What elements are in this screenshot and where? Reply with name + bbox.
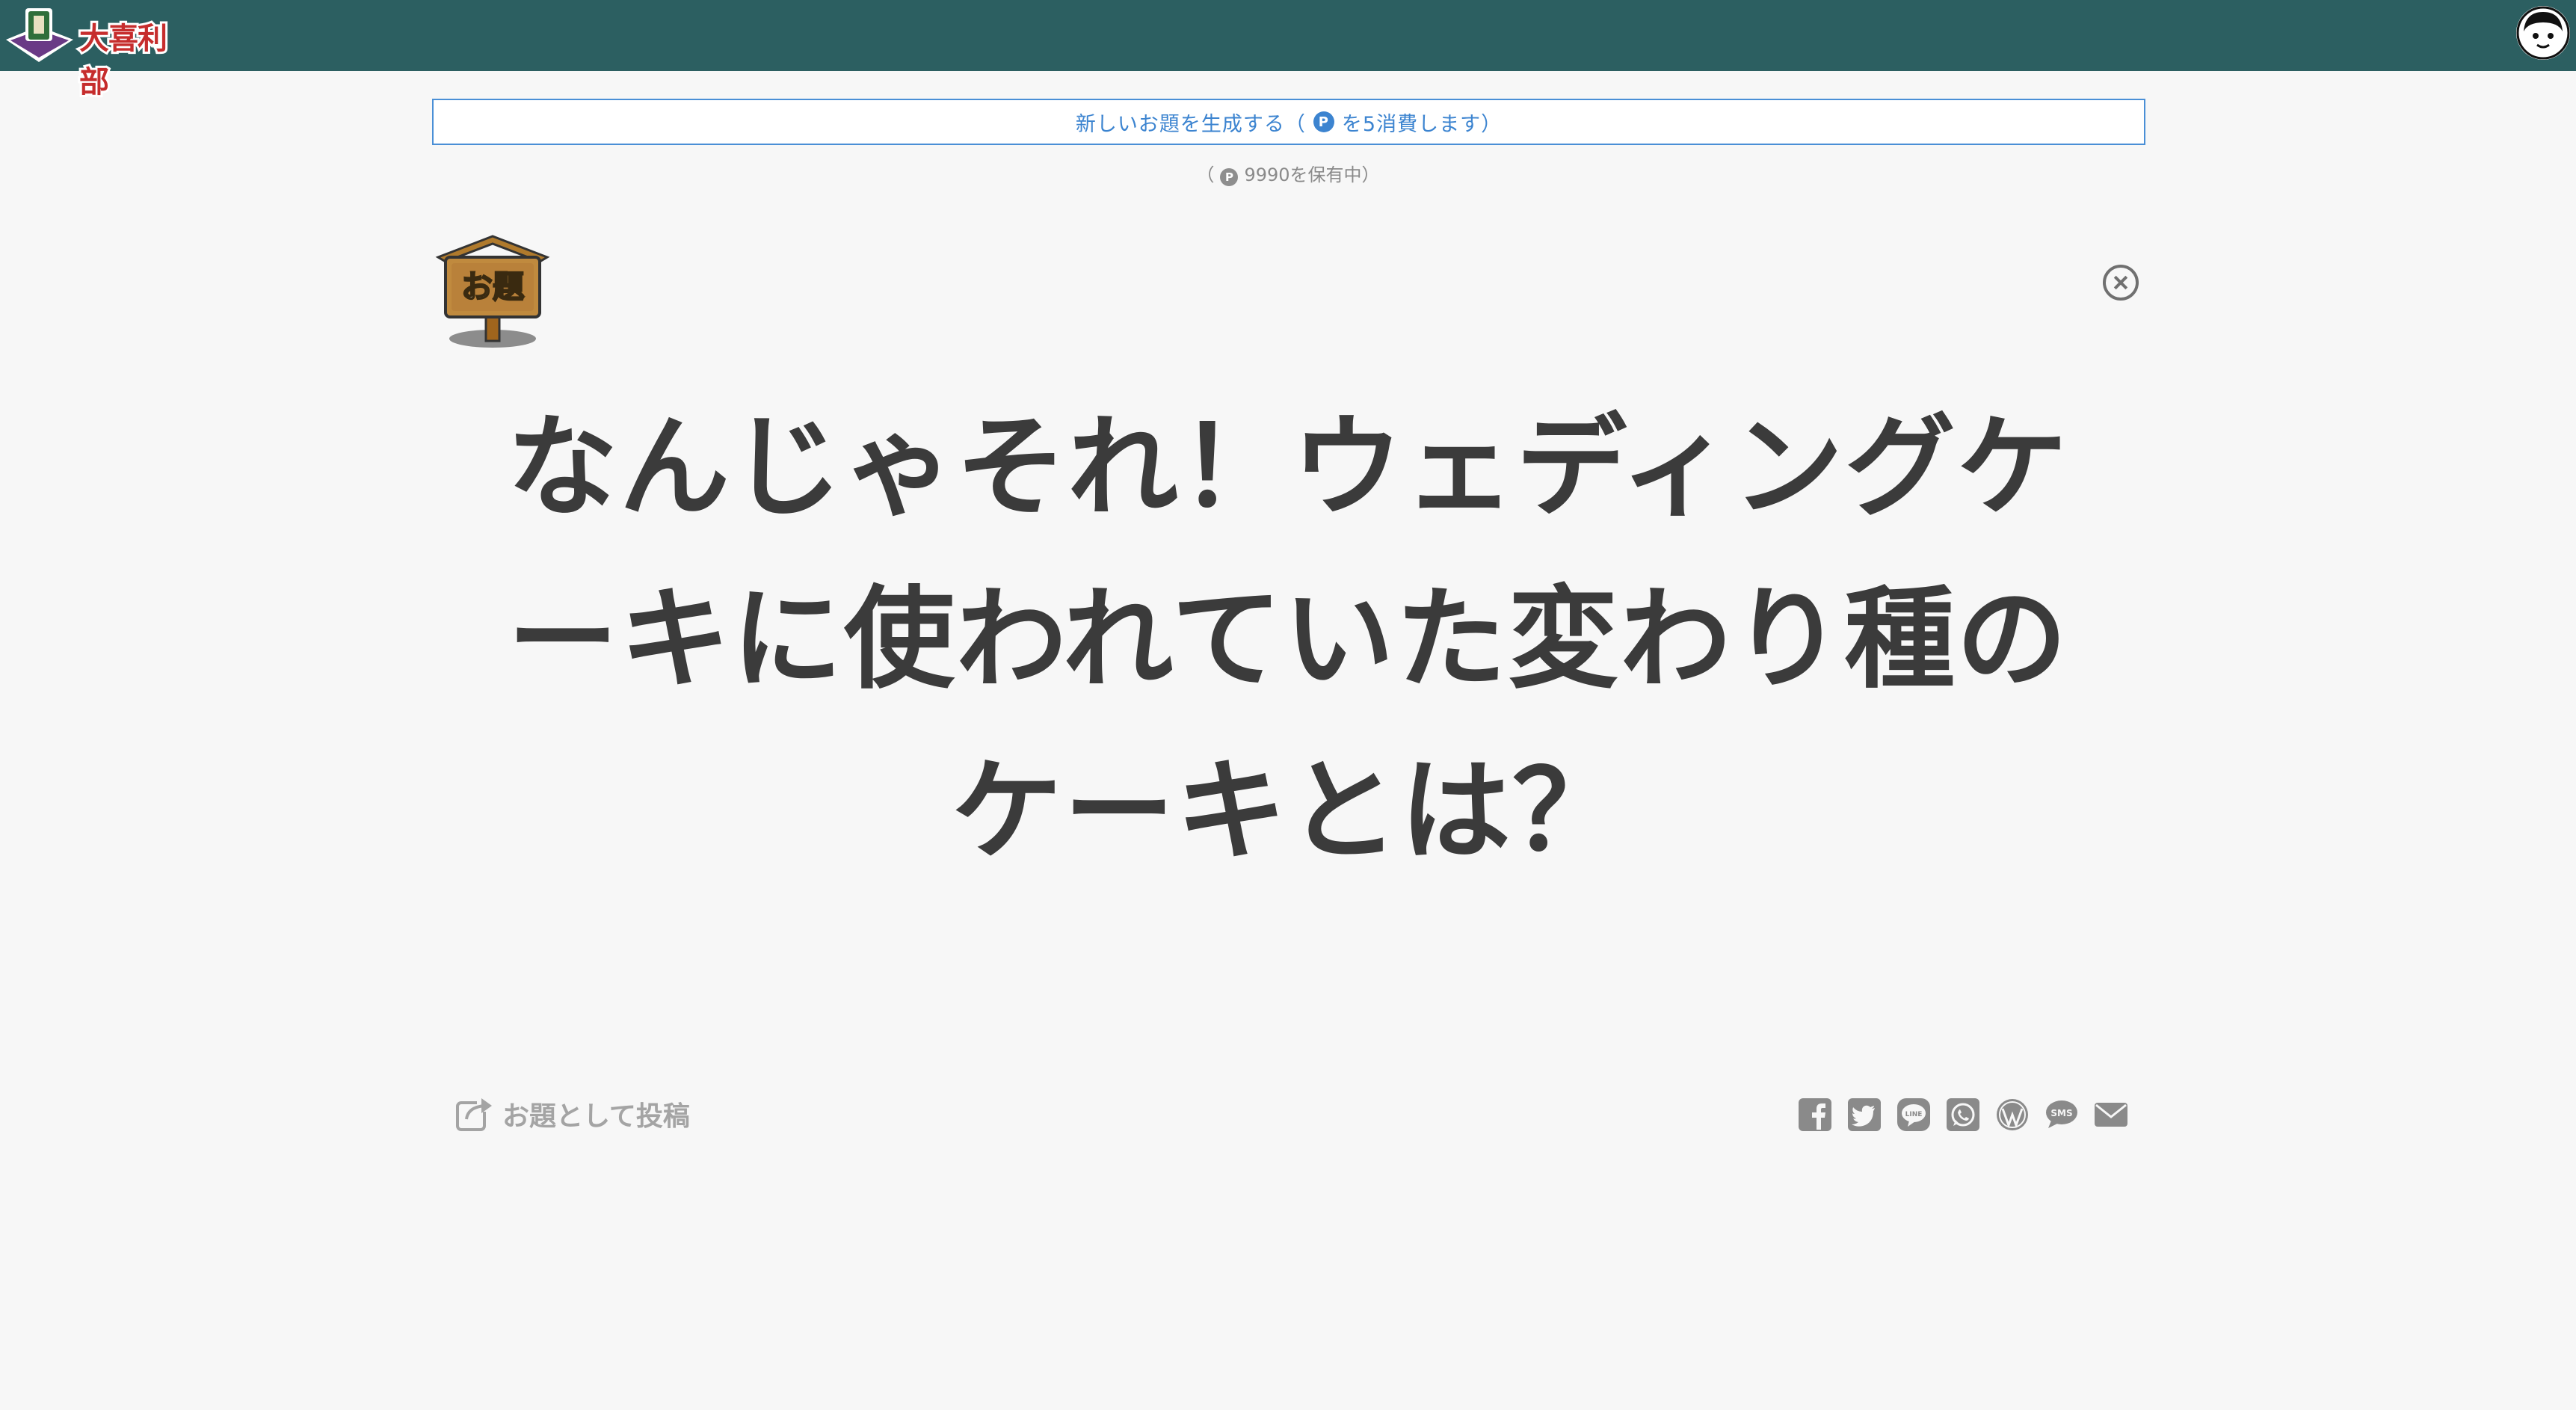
user-avatar-icon	[2516, 6, 2570, 60]
ogiri-hat-logo-icon	[6, 8, 73, 62]
odai-signboard-icon: お題	[435, 235, 550, 348]
post-as-topic-button[interactable]: お題として投稿	[455, 1092, 690, 1136]
points-balance-text: 9990を保有中）	[1244, 164, 1380, 185]
top-navigation-bar: 大喜利部	[0, 0, 2576, 102]
generate-topic-label-before: 新しいお題を生成する（	[1075, 112, 1306, 136]
points-balance-prefix: （	[1196, 164, 1215, 185]
generate-topic-label-after: を5消費します）	[1341, 112, 1503, 136]
user-avatar[interactable]	[2516, 6, 2570, 60]
whatsapp-icon[interactable]	[1945, 1097, 1981, 1133]
topic-text: なんじゃそれ！ウェディングケーキに使われていた変わり種のケーキとは？	[507, 403, 2069, 875]
odai-signboard: お題	[431, 232, 555, 351]
close-icon[interactable]	[2103, 265, 2139, 301]
odai-signboard-text: お題	[461, 268, 524, 305]
share-buttons: LINE SMS	[1797, 1093, 2129, 1136]
site-logo-text: 大喜利部	[77, 19, 170, 102]
svg-text:SMS: SMS	[2050, 1108, 2072, 1118]
twitter-icon[interactable]	[1846, 1097, 1882, 1133]
share-arrow-icon	[456, 1097, 493, 1131]
generate-topic-button[interactable]: 新しいお題を生成する（ P を5消費します）	[432, 99, 2145, 145]
post-as-topic-label: お題として投稿	[502, 1101, 690, 1132]
wordpress-icon[interactable]	[1994, 1097, 2030, 1133]
point-icon: P	[1313, 111, 1334, 132]
point-icon: P	[1220, 168, 1239, 186]
sms-icon[interactable]: SMS	[2044, 1097, 2080, 1133]
line-icon[interactable]: LINE	[1896, 1097, 1932, 1133]
site-logo[interactable]: 大喜利部	[4, 4, 170, 102]
points-balance: （ P 9990を保有中）	[0, 160, 2576, 186]
svg-text:LINE: LINE	[1905, 1111, 1923, 1118]
facebook-icon[interactable]	[1797, 1097, 1833, 1133]
email-icon[interactable]	[2093, 1097, 2129, 1133]
